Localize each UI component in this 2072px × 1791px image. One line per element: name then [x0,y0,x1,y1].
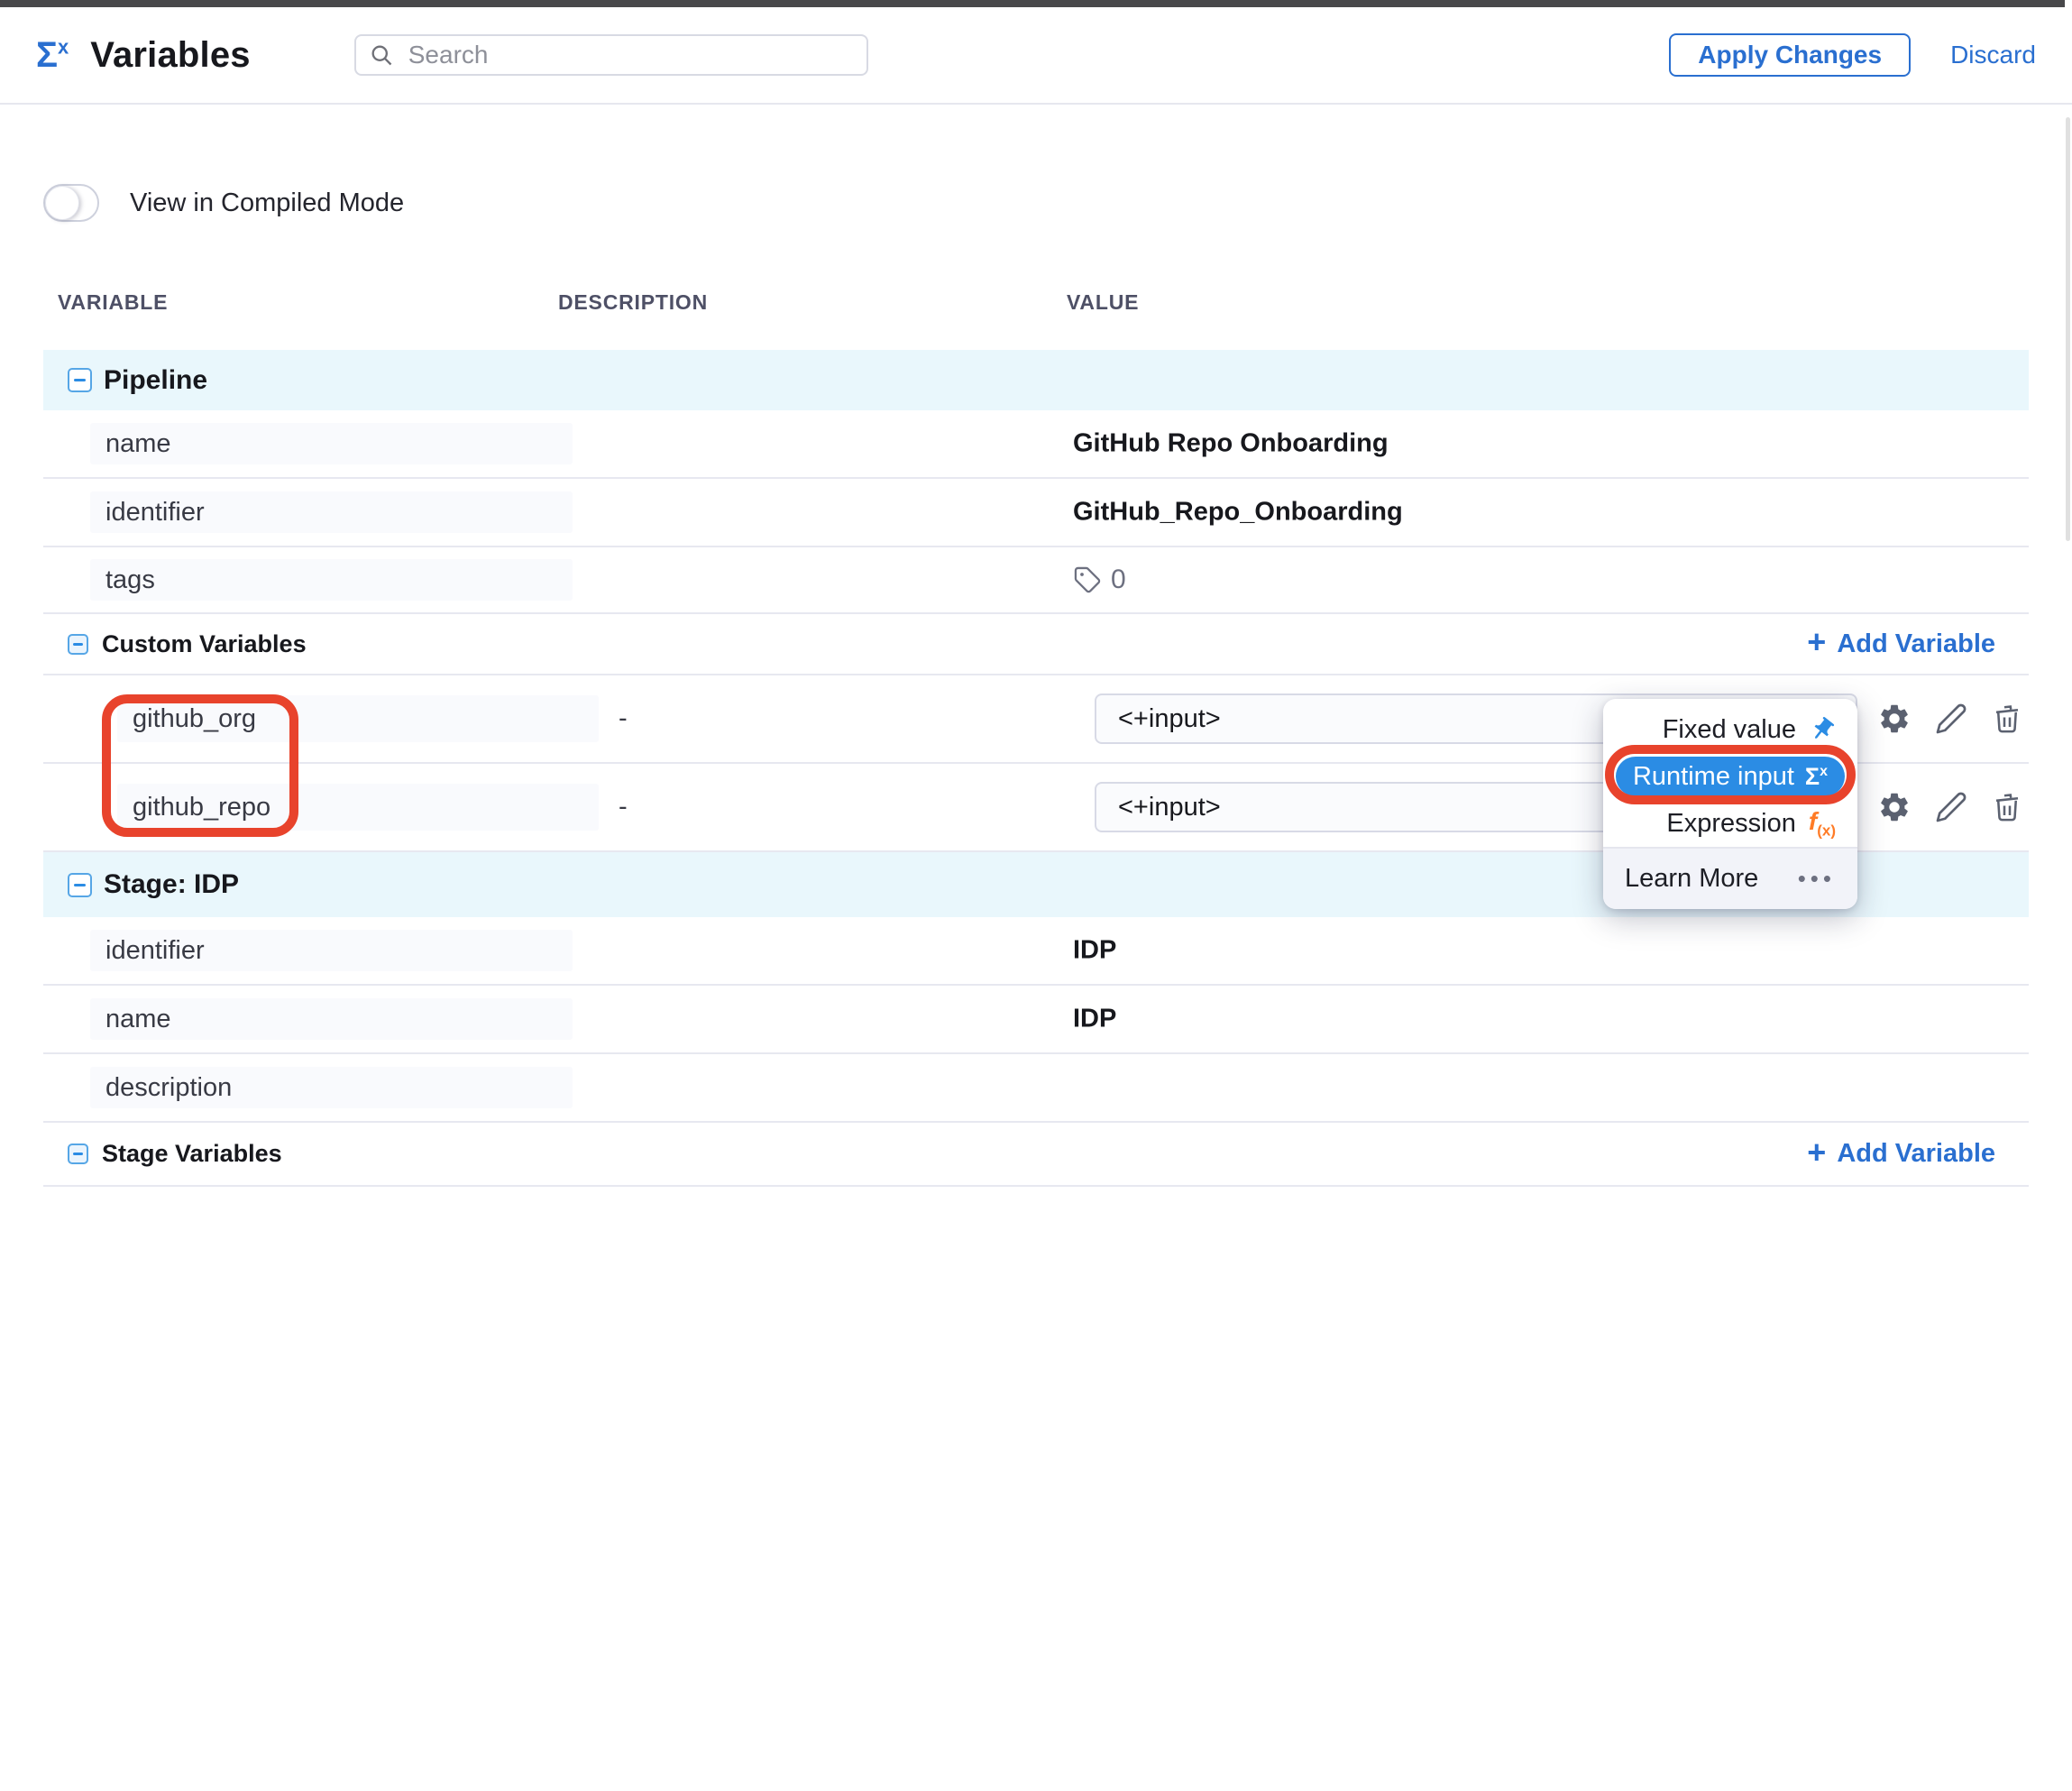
settings-gear-icon[interactable] [1877,790,1912,824]
variable-label-tags: tags [90,559,573,601]
apply-changes-button[interactable]: Apply Changes [1669,33,1911,77]
collapse-icon[interactable] [68,634,88,655]
row-stage-description: description [43,1054,2029,1123]
expression-fx-icon: f(x) [1809,807,1836,840]
variable-label-name: name [90,998,573,1040]
table-column-headers: VARIABLE DESCRIPTION VALUE [43,290,2029,326]
compiled-mode-toggle[interactable] [43,184,99,222]
value-type-menu: Fixed value Runtime input Σx Expression … [1603,699,1857,909]
menu-item-fixed-value[interactable]: Fixed value [1603,706,1857,753]
search-icon [369,42,394,68]
variable-label-identifier: identifier [90,491,573,533]
subsection-title-custom-variables: Custom Variables [102,630,307,658]
description-empty: - [619,704,628,734]
variable-label-github-org: github_org [117,695,599,742]
delete-trash-icon[interactable] [1991,791,2023,823]
value-stage-identifier: IDP [1073,936,1116,966]
menu-item-expression[interactable]: Expression f(x) [1603,800,1857,847]
value-pipeline-name: GitHub Repo Onboarding [1073,429,1389,459]
variable-label-identifier: identifier [90,930,573,971]
variable-label-github-repo: github_repo [117,784,599,831]
compiled-mode-label: View in Compiled Mode [130,188,404,218]
add-variable-label: Add Variable [1837,1139,1995,1169]
row-pipeline-tags: tags 0 [43,547,2029,614]
row-actions [1877,790,2023,824]
discard-link[interactable]: Discard [1950,41,2036,69]
panel-header: Σx Variables Apply Changes Discard [0,7,2072,105]
delete-trash-icon[interactable] [1991,703,2023,735]
search-input[interactable] [354,34,868,76]
menu-item-runtime-input[interactable]: Runtime input Σx [1616,757,1845,796]
value-pipeline-identifier: GitHub_Repo_Onboarding [1073,498,1403,528]
fixed-value-label: Fixed value [1663,715,1796,745]
variables-panel: Σx Variables Apply Changes Discard View … [0,0,2072,1791]
column-header-description: DESCRIPTION [558,290,708,315]
collapse-icon[interactable] [68,873,92,897]
header-actions: Apply Changes Discard [1669,33,2036,77]
add-variable-button[interactable]: + Add Variable [1807,1138,1995,1171]
variable-label-name: name [90,423,573,464]
runtime-sigma-icon: Σx [36,37,69,73]
vertical-scrollbar[interactable] [2066,117,2070,541]
row-stage-name: name IDP [43,986,2029,1054]
runtime-input-label: Runtime input [1633,762,1794,792]
tags-count: 0 [1111,565,1126,595]
plus-icon: + [1807,1136,1826,1169]
row-pipeline-name: name GitHub Repo Onboarding [43,410,2029,479]
plus-icon: + [1807,626,1826,658]
row-pipeline-identifier: identifier GitHub_Repo_Onboarding [43,479,2029,547]
tag-icon [1073,565,1102,594]
edit-pencil-icon[interactable] [1935,791,1967,823]
subsection-title-stage-variables: Stage Variables [102,1140,282,1168]
row-actions [1877,702,2023,736]
row-stage-identifier: identifier IDP [43,917,2029,986]
more-options-dots-icon[interactable]: ••• [1798,865,1836,893]
section-title-pipeline: Pipeline [104,365,207,396]
collapse-icon[interactable] [68,1143,88,1164]
description-empty: - [619,793,628,822]
variable-label-description: description [90,1067,573,1108]
top-dark-bar [0,0,2065,7]
value-stage-name: IDP [1073,1005,1116,1034]
section-title-stage-idp: Stage: IDP [104,869,239,900]
compiled-mode-row: View in Compiled Mode [43,180,404,225]
pin-icon [1803,711,1841,749]
collapse-icon[interactable] [68,368,92,392]
column-header-value: VALUE [1067,290,1139,315]
expression-label: Expression [1666,809,1795,839]
section-pipeline: Pipeline [43,350,2029,410]
add-variable-button[interactable]: + Add Variable [1807,628,1995,660]
search-box [354,34,868,76]
toggle-knob [45,186,79,220]
subsection-custom-variables: Custom Variables + Add Variable [43,614,2029,675]
column-header-variable: VARIABLE [58,290,168,315]
edit-pencil-icon[interactable] [1935,703,1967,735]
value-pipeline-tags: 0 [1073,565,1126,595]
subsection-stage-variables: Stage Variables + Add Variable [43,1123,2029,1187]
menu-footer: Learn More ••• [1603,847,1857,909]
learn-more-link[interactable]: Learn More [1625,864,1758,894]
settings-gear-icon[interactable] [1877,702,1912,736]
add-variable-label: Add Variable [1837,629,1995,659]
page-title: Variables [90,35,250,76]
runtime-sigma-icon: Σx [1805,763,1828,791]
